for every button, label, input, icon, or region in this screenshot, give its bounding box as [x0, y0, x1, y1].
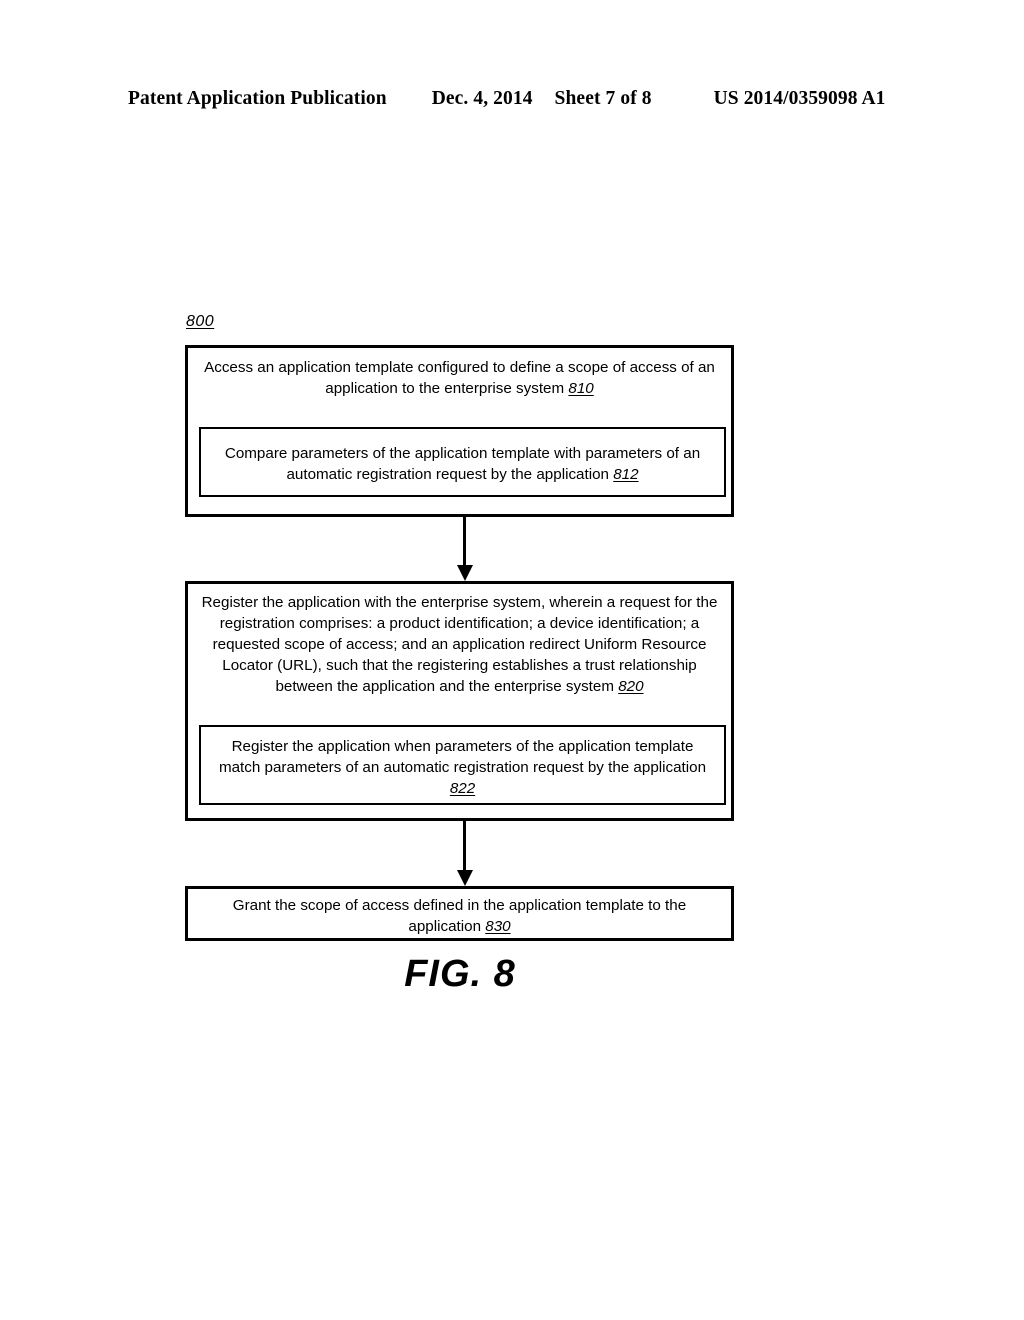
flowchart-box-810-body: Access an application template configure… [204, 359, 715, 397]
figure-reference-numeral-800: 800 [186, 313, 215, 330]
flowchart-box-812-text: Compare parameters of the application te… [201, 429, 724, 485]
flow-arrow-810-to-820 [457, 517, 473, 581]
flowchart-box-830-text: Grant the scope of access defined in the… [188, 889, 731, 937]
figure-caption: FIG. 8 [404, 953, 516, 995]
flowchart-box-830: Grant the scope of access defined in the… [185, 886, 734, 941]
flowchart-box-822-ref: 822 [449, 780, 476, 797]
flowchart-box-810: Access an application template configure… [185, 345, 734, 517]
arrow-head-icon [457, 565, 473, 581]
flowchart-box-820-text: Register the application with the enterp… [188, 584, 731, 697]
flowchart-box-820: Register the application with the enterp… [185, 581, 734, 821]
arrow-shaft [463, 821, 466, 870]
flow-arrow-820-to-830 [457, 821, 473, 886]
flowchart-box-822-text: Register the application when parameters… [201, 727, 724, 799]
flowchart-box-822-body: Register the application when parameters… [218, 738, 707, 776]
flowchart-box-822: Register the application when parameters… [199, 725, 726, 805]
flowchart-box-830-ref: 830 [485, 918, 511, 935]
arrow-shaft [463, 517, 466, 565]
flowchart-box-820-ref: 820 [618, 678, 644, 695]
flowchart-box-830-body: Grant the scope of access defined in the… [232, 897, 687, 935]
flowchart-box-810-ref: 810 [568, 380, 594, 397]
flowchart-box-812-ref: 812 [613, 466, 639, 483]
flowchart-box-810-text: Access an application template configure… [188, 348, 731, 399]
arrow-head-icon [457, 870, 473, 886]
figure-8-flowchart: 800 Access an application template confi… [0, 0, 1024, 1320]
flowchart-box-812: Compare parameters of the application te… [199, 427, 726, 497]
